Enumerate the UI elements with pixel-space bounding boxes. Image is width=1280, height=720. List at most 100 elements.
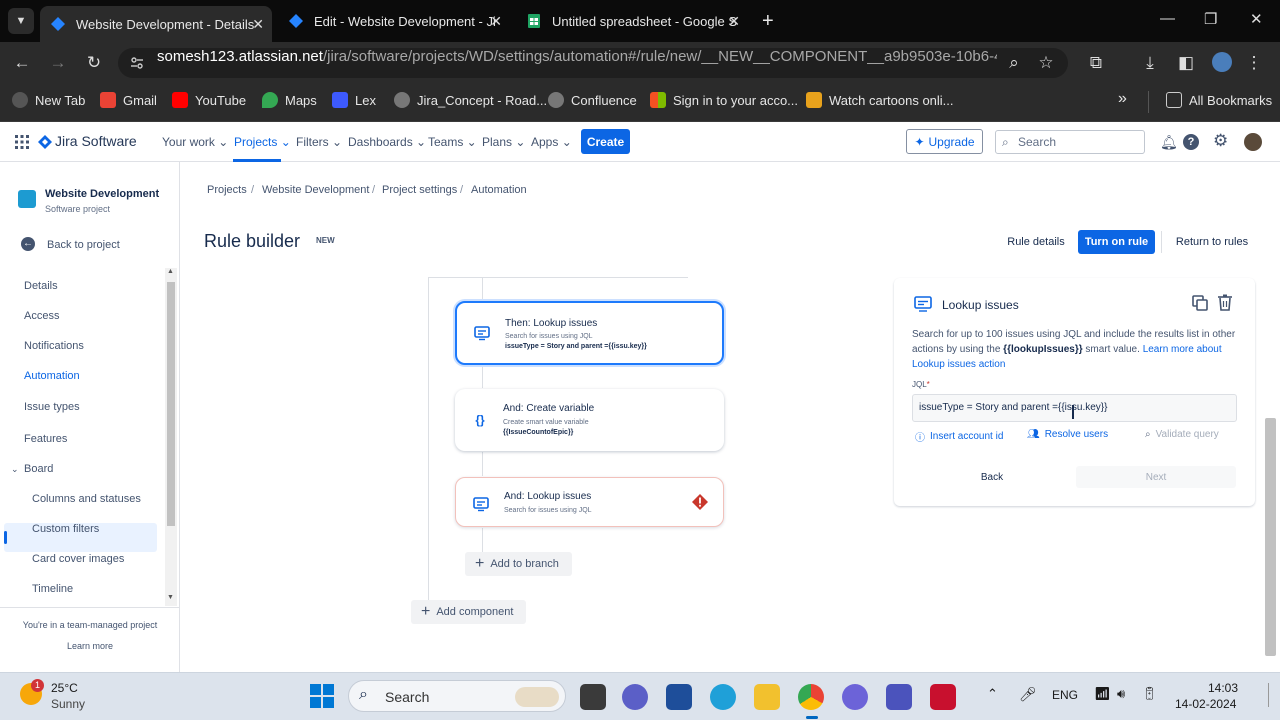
sidebar-item-automation[interactable]: Automation [24,370,80,382]
sidebar-item-issue-types[interactable]: Issue types [24,401,80,413]
file-explorer-icon[interactable] [754,684,780,710]
sidebar-item-timeline[interactable]: Timeline [32,583,73,595]
nav-teams[interactable]: Teams ⌄ [428,135,477,149]
new-tab-button[interactable]: + [752,6,782,36]
forward-arrow-icon[interactable]: → [48,53,68,73]
mcafee-icon[interactable] [930,684,956,710]
clock-date[interactable]: 14-02-2024 [1175,697,1236,711]
nav-plans[interactable]: Plans ⌄ [482,135,525,149]
close-tab-icon[interactable]: ✕ [252,16,264,33]
upgrade-button[interactable]: ✦ Upgrade [906,129,983,154]
nav-projects[interactable]: Projects ⌄ [234,135,291,149]
download-icon[interactable]: ⤓ [1140,53,1160,73]
delete-icon[interactable] [1217,294,1233,311]
sidebar-item-features[interactable]: Features [24,433,67,445]
back-to-project-link[interactable]: Back to project [47,239,120,251]
nav-apps[interactable]: Apps ⌄ [531,135,572,149]
add-to-branch-button[interactable]: + Add to branch [465,552,572,576]
task-view-icon[interactable] [580,684,606,710]
bookmark-confluence[interactable]: Confluence [548,92,637,108]
close-tab-icon[interactable]: ✕ [490,13,502,30]
show-hidden-icons-chevron[interactable]: ⌃ [987,686,998,702]
teams-chat-icon[interactable] [622,684,648,710]
sidebar-item-notifications[interactable]: Notifications [24,340,84,352]
store-icon[interactable] [666,684,692,710]
bookmark-new-tab[interactable]: New Tab [12,92,85,108]
copy-icon[interactable] [1192,295,1208,311]
close-tab-icon[interactable]: ✕ [728,13,740,30]
nav-filters[interactable]: Filters ⌄ [296,135,342,149]
sidebar-item-custom-filters[interactable]: Custom filters [32,523,99,535]
component-card-create-variable[interactable]: {} And: Create variable Create smart val… [455,389,724,451]
profile-avatar[interactable] [1212,52,1232,72]
battery-icon[interactable]: 🔋︎ [1141,686,1158,702]
chrome-menu-icon[interactable]: ⋮ [1244,53,1264,73]
minimize-icon[interactable]: — [1160,10,1175,27]
zoom-icon[interactable]: ⌕ [1004,53,1024,73]
tab-edit-website-development[interactable]: Edit - Website Development - Ji ✕ [278,6,510,36]
temperature[interactable]: 25°C [51,681,78,695]
notifications-icon[interactable]: 🔔︎ [1160,134,1178,151]
back-arrow-icon[interactable]: ← [12,53,32,73]
language-indicator[interactable]: ENG [1052,688,1078,702]
close-window-icon[interactable]: ✕ [1250,10,1263,28]
tab-search-button[interactable]: ▼ [8,8,34,34]
project-name[interactable]: Website Development [45,188,159,200]
settings-gear-icon[interactable]: ⚙ [1213,131,1228,151]
turn-on-rule-button[interactable]: Turn on rule [1078,230,1155,254]
bookmark-sign-in[interactable]: Sign in to your acco... [650,92,798,108]
jira-logo-icon[interactable] [38,135,52,149]
site-info-icon[interactable] [130,56,144,70]
component-card-lookup-issues-error[interactable]: And: Lookup issues Search for issues usi… [455,477,724,527]
clock-time[interactable]: 14:03 [1208,681,1238,695]
component-card-lookup-issues[interactable]: Then: Lookup issues Search for issues us… [455,301,724,365]
teams-icon[interactable] [886,684,912,710]
user-avatar[interactable] [1244,133,1262,151]
jira-search-input[interactable]: ⌕ Search [995,130,1145,154]
validate-query-button[interactable]: ⌕ Validate query [1145,429,1219,440]
create-button[interactable]: Create [581,129,630,154]
restore-icon[interactable]: ❐ [1204,10,1217,28]
scroll-up-icon[interactable]: ▲ [167,268,174,275]
breadcrumb-automation[interactable]: Automation [471,184,527,196]
breadcrumb-projects[interactable]: Projects [207,184,247,196]
tab-website-development-details[interactable]: Website Development - Details ✕ [40,6,272,42]
bookmark-gmail[interactable]: Gmail [100,92,157,108]
more-bookmarks-icon[interactable]: » [1118,90,1127,108]
page-scrollbar-thumb[interactable] [1265,418,1276,656]
bookmark-lex[interactable]: Lex [332,92,376,108]
breadcrumb-website-development[interactable]: Website Development [262,184,369,196]
bookmark-star-icon[interactable]: ☆ [1036,53,1056,73]
tab-untitled-spreadsheet[interactable]: Untitled spreadsheet - Google S ✕ [516,6,748,36]
settings-app-icon[interactable] [842,684,868,710]
sidebar-item-board[interactable]: Board [24,463,53,475]
resolve-users-button[interactable]: 👥︎ Resolve users [1027,429,1108,440]
bookmark-jira-concept[interactable]: Jira_Concept - Road... [394,92,547,108]
learn-more-link[interactable]: Learn more [0,641,180,651]
bookmark-watch-cartoons[interactable]: Watch cartoons onli... [806,92,954,108]
taskbar-search-box[interactable]: ⌕ Search [348,680,566,712]
nav-dashboards[interactable]: Dashboards ⌄ [348,135,426,149]
windows-start-icon[interactable] [310,684,334,708]
sidebar-item-access[interactable]: Access [24,310,59,322]
chrome-icon[interactable] [798,684,824,710]
side-panel-icon[interactable]: ◧ [1176,53,1196,73]
return-to-rules-button[interactable]: Return to rules [1170,230,1254,254]
reload-icon[interactable]: ↻ [84,53,104,73]
jira-logo-text[interactable]: Jira Software [55,133,137,149]
back-button[interactable]: Back [912,466,1072,488]
insert-account-id-button[interactable]: ⓘ Insert account id [915,429,1003,444]
sidebar-item-card-cover-images[interactable]: Card cover images [32,553,124,565]
bookmark-youtube[interactable]: YouTube [172,92,246,108]
extensions-icon[interactable]: ⧉ [1086,53,1106,73]
sidebar-scrollbar[interactable]: ▲ ▼ [165,268,177,606]
help-icon[interactable]: ? [1183,134,1199,150]
next-button[interactable]: Next [1076,466,1236,488]
all-bookmarks[interactable]: All Bookmarks [1166,92,1272,108]
scroll-down-icon[interactable]: ▼ [167,594,174,601]
chevron-down-icon[interactable]: ⌄ [11,464,19,475]
volume-icon[interactable]: 🔊︎ [1117,686,1125,702]
bookmark-maps[interactable]: Maps [262,92,317,108]
show-desktop-button[interactable] [1268,683,1272,707]
app-switcher-icon[interactable] [15,135,29,149]
